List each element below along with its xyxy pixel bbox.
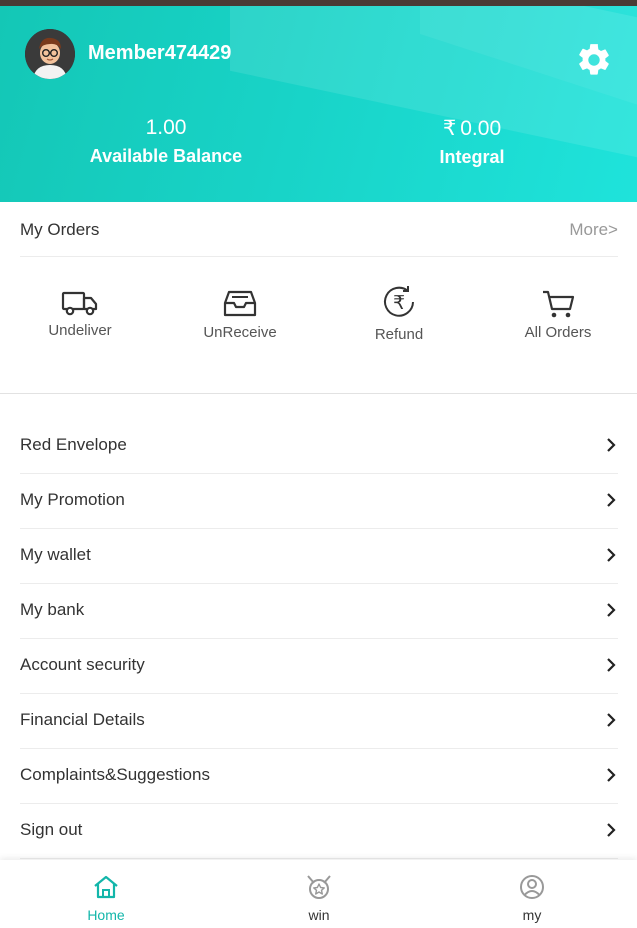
tab-win-label: win <box>308 907 330 923</box>
order-all[interactable]: All Orders <box>498 289 618 341</box>
gear-icon <box>579 44 609 75</box>
user-icon <box>520 875 544 899</box>
cart-icon <box>543 290 575 318</box>
svg-text:₹: ₹ <box>393 292 405 314</box>
rupee-refund-icon: ₹ <box>384 286 414 317</box>
chevron-right-icon <box>607 438 616 452</box>
integral-value: ₹0.00 <box>322 116 622 141</box>
menu-item-red-envelope[interactable]: Red Envelope <box>20 419 618 474</box>
tab-my[interactable]: my <box>472 874 592 923</box>
menu-item-label: Sign out <box>20 820 83 839</box>
menu-item-complaints-suggestions[interactable]: Complaints&Suggestions <box>20 749 618 804</box>
menu-item-sign-out[interactable]: Sign out <box>20 804 618 859</box>
settings-button[interactable] <box>575 41 613 79</box>
order-undeliver-label: Undeliver <box>48 322 112 339</box>
order-refund[interactable]: ₹ Refund <box>339 283 459 343</box>
chevron-right-icon <box>607 603 616 617</box>
profile-header: Member474429 1.00 Available Balance ₹0.0… <box>0 6 637 202</box>
truck-icon <box>61 291 98 316</box>
chevron-right-icon <box>607 823 616 837</box>
balance-label: Available Balance <box>89 146 243 166</box>
menu-item-label: Account security <box>20 655 145 674</box>
currency-symbol: ₹ <box>442 117 457 140</box>
order-refund-label: Refund <box>374 326 424 343</box>
orders-title: My Orders <box>20 220 100 239</box>
order-shortcuts: Undeliver UnReceive ₹ Refund All Orders <box>0 257 637 392</box>
menu-item-account-security[interactable]: Account security <box>20 639 618 694</box>
orders-header: My Orders More> <box>20 202 618 257</box>
account-menu: Red Envelope My Promotion My wallet My b… <box>20 419 618 859</box>
order-unreceive[interactable]: UnReceive <box>180 289 300 341</box>
integral-label: Integral <box>439 147 505 167</box>
chevron-right-icon <box>607 768 616 782</box>
inbox-icon <box>223 290 257 317</box>
integral[interactable]: ₹0.00 Integral <box>322 116 622 168</box>
balance-value: 1.00 <box>145 116 187 139</box>
chevron-right-icon <box>607 658 616 672</box>
username: Member474429 <box>88 42 232 64</box>
tab-home-label: Home <box>87 907 125 923</box>
home-icon <box>94 875 118 899</box>
menu-item-financial-details[interactable]: Financial Details <box>20 694 618 749</box>
menu-item-my-promotion[interactable]: My Promotion <box>20 474 618 529</box>
trophy-icon <box>307 875 331 899</box>
chevron-right-icon <box>607 713 616 727</box>
bottom-tab-bar: Home win my <box>0 860 637 928</box>
menu-item-my-bank[interactable]: My bank <box>20 584 618 639</box>
tab-my-label: my <box>522 907 542 923</box>
section-divider <box>0 393 637 394</box>
chevron-right-icon <box>607 548 616 562</box>
order-undeliver[interactable]: Undeliver <box>20 289 140 339</box>
menu-item-label: Red Envelope <box>20 435 127 454</box>
menu-item-label: My wallet <box>20 545 91 564</box>
menu-item-label: My bank <box>20 600 85 619</box>
available-balance[interactable]: 1.00 Available Balance <box>16 116 316 167</box>
tab-win[interactable]: win <box>259 874 379 923</box>
orders-more-link[interactable]: More> <box>569 220 618 240</box>
order-all-label: All Orders <box>524 324 592 341</box>
menu-item-my-wallet[interactable]: My wallet <box>20 529 618 584</box>
avatar-icon <box>25 29 75 79</box>
chevron-right-icon <box>607 493 616 507</box>
integral-amount: 0.00 <box>460 117 502 140</box>
menu-item-label: Financial Details <box>20 710 145 729</box>
order-unreceive-label: UnReceive <box>203 324 277 341</box>
avatar[interactable] <box>25 29 75 79</box>
menu-item-label: Complaints&Suggestions <box>20 765 210 784</box>
tab-home[interactable]: Home <box>46 874 166 923</box>
menu-item-label: My Promotion <box>20 490 125 509</box>
